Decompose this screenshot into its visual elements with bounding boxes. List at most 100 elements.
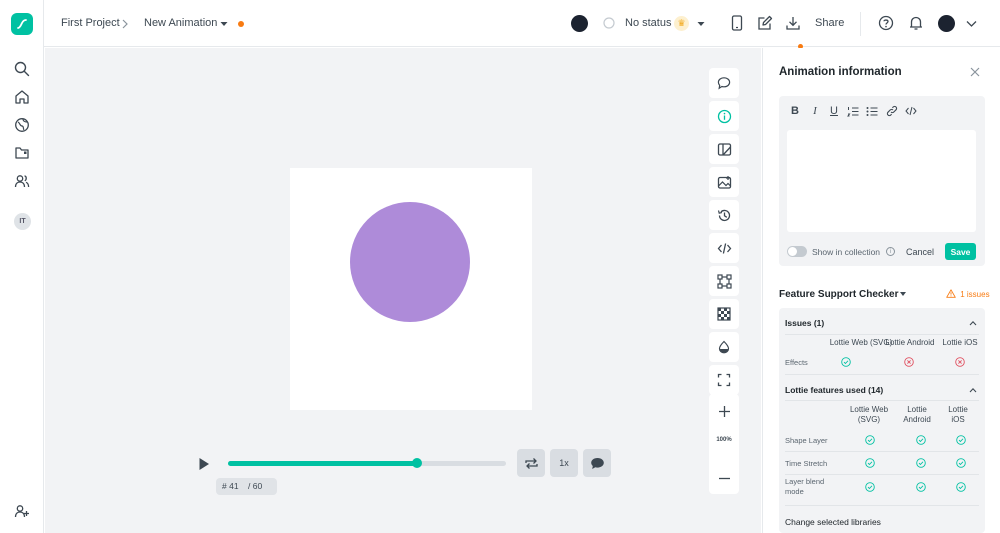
col-lottie-web: Lottie Web (SVG): [849, 405, 889, 424]
save-button[interactable]: Save: [945, 243, 976, 260]
col-lottie-android: Lottie Android: [885, 338, 935, 347]
code-block-icon[interactable]: [905, 105, 917, 117]
issues-warning[interactable]: 1 issues: [946, 289, 990, 299]
bullet-list-icon[interactable]: [866, 105, 878, 117]
divider: [785, 400, 979, 401]
globe-icon[interactable]: [12, 115, 32, 135]
panel-title: Animation information: [779, 66, 902, 78]
account-menu-chevron-icon[interactable]: [962, 15, 980, 33]
timeline-handle[interactable]: [412, 458, 423, 468]
invite-user-icon[interactable]: [12, 501, 32, 521]
timeline-scrubber[interactable]: [228, 458, 506, 468]
show-in-collection-toggle[interactable]: [787, 246, 807, 257]
edit-icon[interactable]: [756, 14, 774, 32]
background-color-icon[interactable]: [709, 332, 739, 362]
caret-down-icon[interactable]: [219, 15, 229, 33]
info-icon[interactable]: [709, 101, 739, 131]
code-icon[interactable]: [709, 233, 739, 263]
description-editor: B I U Show in collection i Cancel Save: [779, 96, 985, 266]
chevron-up-icon[interactable]: [969, 319, 977, 327]
check-icon: [841, 357, 851, 367]
notifications-bell-icon[interactable]: [907, 14, 925, 32]
check-icon: [916, 482, 926, 492]
zoom-in-icon[interactable]: [709, 396, 739, 426]
purple-circle-shape: [350, 202, 470, 322]
comment-icon[interactable]: [709, 68, 739, 98]
fullscreen-icon[interactable]: [709, 365, 739, 395]
check-icon: [916, 458, 926, 468]
share-button[interactable]: Share: [815, 17, 844, 29]
animation-info-panel: Animation information B I U Show in coll…: [762, 48, 1000, 533]
play-icon[interactable]: [196, 456, 212, 472]
row-label: Layer blend mode: [785, 477, 825, 496]
users-icon[interactable]: [12, 171, 32, 191]
breadcrumb-animation[interactable]: New Animation: [144, 17, 217, 29]
chevron-right-icon: [120, 15, 130, 33]
mobile-preview-icon[interactable]: [728, 14, 746, 32]
home-icon[interactable]: [12, 87, 32, 107]
search-icon[interactable]: [12, 59, 32, 79]
underline-icon[interactable]: U: [828, 105, 840, 117]
zoom-controls: 100%: [709, 394, 739, 494]
col-lottie-ios: Lottie iOS: [942, 338, 978, 347]
row-label: Effects: [785, 358, 808, 367]
info-icon[interactable]: i: [886, 247, 895, 256]
check-icon: [956, 435, 966, 445]
divider: [785, 505, 979, 506]
divider: [785, 374, 979, 375]
check-icon: [916, 435, 926, 445]
ordered-list-icon[interactable]: [847, 105, 859, 117]
feature-checker-title[interactable]: Feature Support Checker: [779, 289, 898, 300]
playback-speed-button[interactable]: 1x: [550, 449, 578, 477]
check-icon: [865, 435, 875, 445]
current-frame[interactable]: # 41: [222, 481, 239, 491]
status-dropdown-icon[interactable]: [696, 15, 706, 33]
breadcrumb-project[interactable]: First Project: [61, 17, 120, 29]
change-libraries-link[interactable]: Change selected libraries: [785, 517, 881, 527]
unsaved-indicator: [238, 21, 244, 27]
link-icon[interactable]: [886, 105, 898, 117]
theme-palette-icon[interactable]: [709, 134, 739, 164]
warning-triangle-icon: [946, 289, 956, 298]
issues-section-title[interactable]: Issues (1): [785, 318, 824, 328]
description-textarea[interactable]: [787, 130, 976, 232]
status-circle-icon: [601, 15, 617, 31]
check-icon: [956, 482, 966, 492]
left-rail: IT: [0, 0, 44, 533]
transparency-grid-icon[interactable]: [709, 299, 739, 329]
chevron-up-icon[interactable]: [969, 386, 977, 394]
cross-icon: [904, 357, 914, 367]
top-header: First Project New Animation No status ♛ …: [44, 0, 1000, 49]
bounding-box-icon[interactable]: [709, 266, 739, 296]
download-icon[interactable]: [784, 14, 802, 32]
comment-marker-icon[interactable]: [583, 449, 611, 477]
status-label[interactable]: No status: [625, 17, 671, 29]
user-avatar[interactable]: [938, 15, 955, 32]
show-in-collection-label: Show in collection: [812, 247, 881, 257]
row-label: Shape Layer: [785, 436, 828, 445]
timeline-progress: [228, 461, 418, 466]
header-divider: [860, 12, 861, 36]
image-edit-icon[interactable]: [709, 167, 739, 197]
divider: [785, 451, 979, 452]
zoom-out-icon[interactable]: [709, 463, 739, 493]
check-icon: [865, 482, 875, 492]
italic-icon[interactable]: I: [809, 105, 821, 117]
collaborator-avatar[interactable]: [571, 15, 588, 32]
loop-icon[interactable]: [517, 449, 545, 477]
help-icon[interactable]: [877, 14, 895, 32]
features-section-title[interactable]: Lottie features used (14): [785, 385, 883, 395]
cancel-button[interactable]: Cancel: [906, 247, 934, 257]
workspace-avatar[interactable]: IT: [14, 213, 31, 230]
row-label: Time Stretch: [785, 459, 828, 468]
total-frames: / 60: [248, 481, 263, 491]
zoom-level[interactable]: 100%: [709, 437, 739, 443]
folder-icon[interactable]: [12, 143, 32, 163]
frame-counter[interactable]: # 41 / 60: [216, 478, 277, 495]
animation-canvas[interactable]: 100% 1x # 41 / 60: [45, 48, 761, 533]
lottiefiles-logo-icon[interactable]: [11, 13, 33, 35]
feature-checker-dropdown-icon[interactable]: [900, 292, 906, 296]
close-icon[interactable]: [969, 66, 981, 78]
bold-icon[interactable]: B: [789, 105, 801, 117]
history-icon[interactable]: [709, 200, 739, 230]
